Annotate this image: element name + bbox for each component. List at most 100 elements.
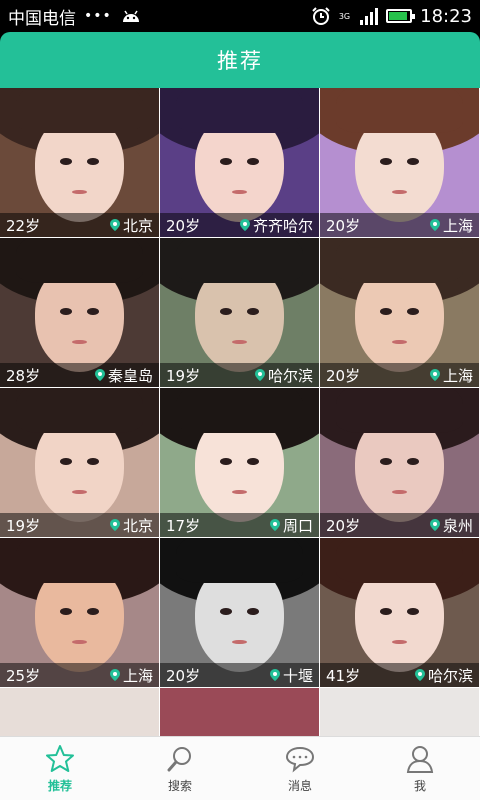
profile-city: 北京 (122, 516, 153, 535)
profile-card[interactable]: 22岁 北京 (0, 88, 159, 237)
location-pin-icon (109, 669, 120, 681)
chat-bubble-icon (285, 746, 315, 772)
profile-city: 上海 (442, 366, 473, 385)
profile-location: 北京 (109, 515, 153, 536)
signal-strength-icon (360, 7, 379, 25)
tab-label: 我 (413, 778, 426, 793)
profile-age: 25岁 (6, 666, 41, 685)
clock: 18:23 (420, 5, 472, 27)
profile-age: 17岁 (166, 516, 201, 535)
profile-age: 20岁 (326, 216, 361, 235)
profile-city: 齐齐哈尔 (252, 216, 313, 235)
profile-photo (0, 688, 159, 736)
profile-age: 28岁 (6, 366, 41, 385)
profile-location: 周口 (269, 515, 313, 536)
profile-caption: 20岁 齐齐哈尔 (160, 213, 319, 237)
profile-age: 20岁 (326, 516, 361, 535)
tab-label: 搜索 (167, 778, 192, 793)
bottom-tab-bar: 推荐 搜索 消息 我 (0, 736, 480, 800)
notification-dots: ••• (84, 8, 112, 24)
location-pin-icon (269, 669, 280, 681)
location-pin-icon (109, 219, 120, 231)
location-pin-icon (414, 669, 425, 681)
profile-caption: 20岁 泉州 (320, 513, 479, 537)
profile-age: 20岁 (166, 666, 201, 685)
profile-age: 41岁 (326, 666, 361, 685)
location-pin-icon (429, 219, 440, 231)
profile-card-partial[interactable] (320, 688, 479, 736)
profile-caption: 17岁 周口 (160, 513, 319, 537)
carrier-name: 中国电信 (8, 8, 76, 29)
tab-messages[interactable]: 消息 (240, 737, 360, 800)
search-icon (167, 746, 191, 771)
page-title: 推荐 (217, 49, 263, 73)
android-icon (122, 10, 139, 22)
profile-location: 上海 (429, 215, 473, 236)
tab-recommend[interactable]: 推荐 (0, 737, 120, 800)
profile-age: 20岁 (326, 366, 361, 385)
location-pin-icon (429, 369, 440, 381)
profile-city: 哈尔滨 (427, 666, 473, 685)
profile-city: 北京 (122, 216, 153, 235)
location-pin-icon (429, 519, 440, 531)
profile-caption: 25岁 上海 (0, 663, 159, 687)
profile-caption: 22岁 北京 (0, 213, 159, 237)
location-pin-icon (269, 519, 280, 531)
profile-location: 北京 (109, 215, 153, 236)
profile-card[interactable]: 20岁 十堰 (160, 538, 319, 687)
profile-photo (320, 688, 479, 736)
profile-card[interactable]: 17岁 周口 (160, 388, 319, 537)
title-bar: 推荐 (0, 32, 480, 88)
alarm-clock-icon (312, 7, 330, 25)
profile-card-partial[interactable] (160, 688, 319, 736)
profile-age: 20岁 (166, 216, 201, 235)
battery-icon (386, 9, 416, 23)
person-icon (406, 745, 434, 773)
profile-age: 22岁 (6, 216, 41, 235)
profile-card[interactable]: 19岁 哈尔滨 (160, 238, 319, 387)
location-pin-icon (254, 369, 265, 381)
profile-card[interactable]: 19岁 北京 (0, 388, 159, 537)
profile-card[interactable]: 20岁 上海 (320, 238, 479, 387)
profile-city: 上海 (442, 216, 473, 235)
star-icon (46, 744, 74, 772)
profile-city: 上海 (122, 666, 153, 685)
profile-age: 19岁 (6, 516, 41, 535)
profile-caption: 19岁 哈尔滨 (160, 363, 319, 387)
profile-caption: 20岁 上海 (320, 363, 479, 387)
profile-caption: 28岁 秦皇岛 (0, 363, 159, 387)
profile-card[interactable]: 20岁 上海 (320, 88, 479, 237)
profile-card-partial[interactable] (0, 688, 159, 736)
profile-city: 秦皇岛 (107, 366, 153, 385)
profile-city: 泉州 (442, 516, 473, 535)
network-type: 3G (338, 11, 351, 21)
profile-photo (160, 688, 319, 736)
profile-city: 周口 (282, 516, 313, 535)
profile-caption: 19岁 北京 (0, 513, 159, 537)
profile-card[interactable]: 25岁 上海 (0, 538, 159, 687)
location-pin-icon (239, 219, 250, 231)
profile-location: 哈尔滨 (414, 665, 473, 686)
profile-age: 19岁 (166, 366, 201, 385)
profile-city: 哈尔滨 (267, 366, 313, 385)
profile-location: 齐齐哈尔 (239, 215, 313, 236)
tab-label: 消息 (287, 778, 312, 793)
profile-card[interactable]: 28岁 秦皇岛 (0, 238, 159, 387)
profile-location: 秦皇岛 (94, 365, 153, 386)
profile-card[interactable]: 20岁 泉州 (320, 388, 479, 537)
tab-me[interactable]: 我 (360, 737, 480, 800)
profile-grid[interactable]: 22岁 北京 20岁 齐齐哈尔 20岁 上海 28岁 秦皇岛 19岁 哈尔滨 20岁 上海 19岁 北京 1… (0, 88, 480, 736)
tab-label: 推荐 (47, 778, 72, 793)
profile-caption: 20岁 十堰 (160, 663, 319, 687)
profile-caption: 20岁 上海 (320, 213, 479, 237)
profile-location: 哈尔滨 (254, 365, 313, 386)
profile-location: 十堰 (269, 665, 313, 686)
profile-location: 泉州 (429, 515, 473, 536)
location-pin-icon (94, 369, 105, 381)
tab-search[interactable]: 搜索 (120, 737, 240, 800)
profile-card[interactable]: 20岁 齐齐哈尔 (160, 88, 319, 237)
status-bar: 中国电信 ••• 3G 18:23 (0, 0, 480, 32)
profile-card[interactable]: 41岁 哈尔滨 (320, 538, 479, 687)
location-pin-icon (109, 519, 120, 531)
profile-location: 上海 (429, 365, 473, 386)
